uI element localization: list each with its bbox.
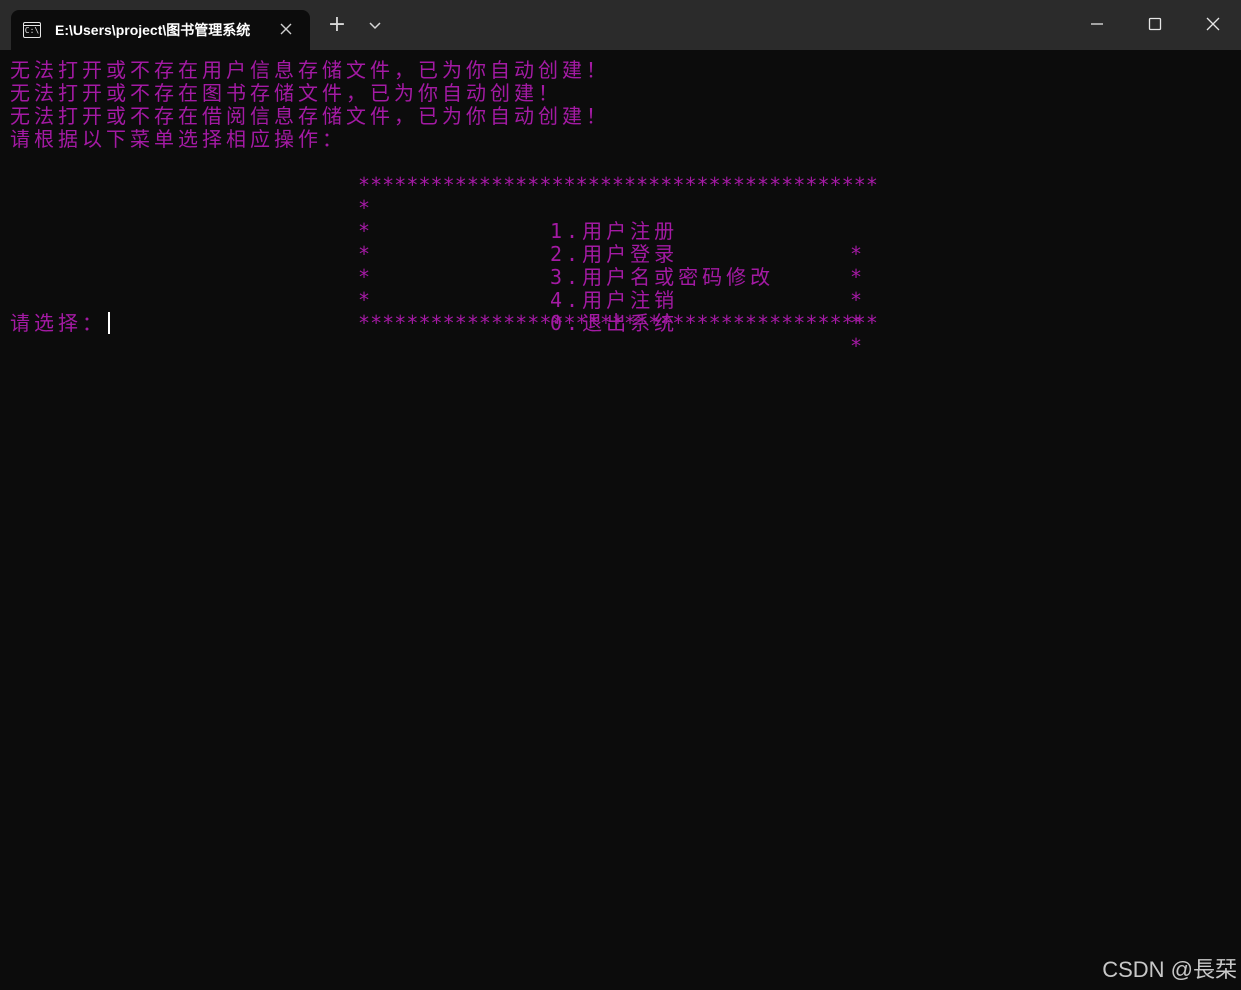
menu-row: * 2.用户登录 * <box>358 219 867 289</box>
menu-row: * 4.用户注销 * <box>358 265 867 335</box>
minimize-button[interactable] <box>1068 0 1126 48</box>
maximize-button[interactable] <box>1126 0 1184 48</box>
close-window-button[interactable] <box>1184 0 1241 48</box>
chevron-down-icon[interactable] <box>363 14 387 38</box>
terminal-output[interactable]: 无法打开或不存在用户信息存储文件，已为你自动创建！ 无法打开或不存在图书存储文件… <box>10 59 1231 959</box>
menu-row: * 3.用户名或密码修改 * <box>358 242 867 312</box>
terminal-icon: C:\ <box>23 22 41 38</box>
menu-item-register: 1.用户注册 <box>550 219 679 243</box>
terminal-line: 无法打开或不存在用户信息存储文件，已为你自动创建！ <box>10 58 610 82</box>
menu-item-change-password: 3.用户名或密码修改 <box>550 265 775 289</box>
menu-border-top: ****************************************… <box>358 173 878 197</box>
menu-item-login: 2.用户登录 <box>550 242 679 266</box>
menu-row: * 1.用户注册 * <box>358 196 867 266</box>
prompt-label: 请选择： <box>10 311 106 335</box>
menu-border-bottom: ****************************************… <box>358 311 878 335</box>
terminal-tab[interactable]: C:\ E:\Users\project\图书管理系统 <box>11 10 310 50</box>
text-cursor <box>108 312 110 334</box>
new-tab-button[interactable]: + <box>325 14 349 38</box>
menu-item-deregister: 4.用户注销 <box>550 288 679 312</box>
terminal-line: 无法打开或不存在图书存储文件，已为你自动创建！ <box>10 81 562 105</box>
title-bar: C:\ E:\Users\project\图书管理系统 + <box>0 0 1241 50</box>
input-prompt[interactable]: 请选择： <box>10 312 110 335</box>
terminal-line: 请根据以下菜单选择相应操作： <box>10 127 346 151</box>
watermark: CSDN @長栞 <box>1102 957 1237 982</box>
menu-row: * 0.退出系统 * <box>358 288 867 358</box>
terminal-line: 无法打开或不存在借阅信息存储文件，已为你自动创建！ <box>10 104 610 128</box>
tab-title: E:\Users\project\图书管理系统 <box>55 22 251 38</box>
tab-close-icon[interactable] <box>278 22 294 38</box>
